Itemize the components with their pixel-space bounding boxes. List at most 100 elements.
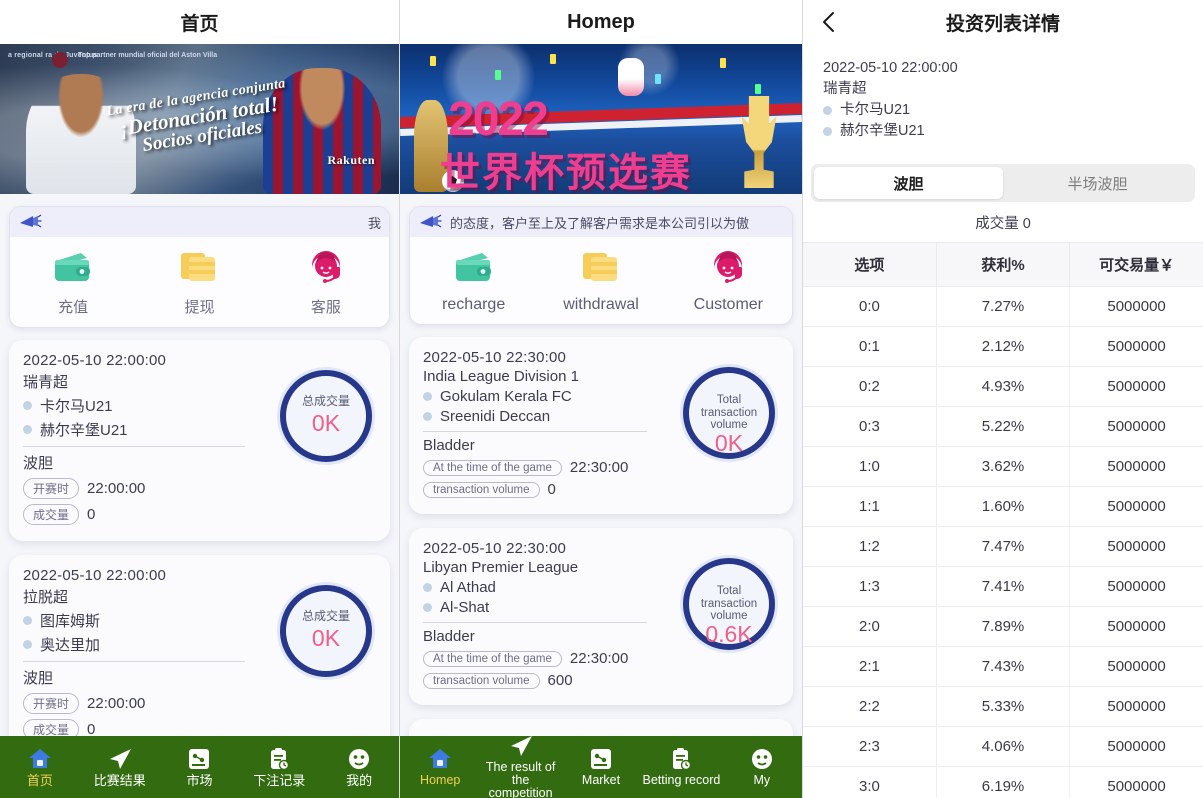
- cell-tradable: 5000000: [1069, 566, 1203, 608]
- paper-plane-icon: [510, 735, 532, 756]
- col-profit: 获利%: [936, 242, 1071, 288]
- tab-betting-record-en[interactable]: Betting record: [641, 747, 721, 787]
- notice-bar-cn[interactable]: 我: [10, 207, 389, 237]
- kickoff-value: 22:30:00: [569, 459, 629, 476]
- detail-team-home: 卡尔马U21: [823, 100, 1183, 121]
- promo-banner-worldcup[interactable]: 2022 世界杯预选赛: [400, 44, 802, 194]
- table-row[interactable]: 3:0 6.19% 5000000: [803, 766, 1203, 798]
- match-card-list-cn: 2022-05-10 22:00:00 瑞青超 卡尔马U21 赫尔辛堡U21 波…: [0, 328, 399, 798]
- tab-market-en[interactable]: Market: [561, 747, 641, 787]
- table-row[interactable]: 0:0 7.27% 5000000: [803, 286, 1203, 328]
- team-dot-icon: [23, 401, 32, 410]
- table-row[interactable]: 1:3 7.41% 5000000: [803, 566, 1203, 608]
- market-chart-icon: [189, 748, 210, 769]
- volume-value: 0: [87, 506, 96, 523]
- headset-support-icon: [304, 249, 348, 290]
- detail-date: 2022-05-10 22:00:00: [823, 60, 958, 76]
- cell-profit: 7.41%: [936, 566, 1071, 608]
- page-title-cn: 首页: [0, 0, 399, 44]
- tab-results-cn[interactable]: 比赛结果: [80, 747, 160, 788]
- cell-profit: 2.12%: [936, 326, 1071, 368]
- tab-home-en[interactable]: Homep: [400, 747, 480, 787]
- team-dot-icon: [23, 640, 32, 649]
- table-row[interactable]: 1:1 1.60% 5000000: [803, 486, 1203, 528]
- action-support-cn[interactable]: 客服: [263, 249, 389, 317]
- cell-profit: 7.27%: [936, 286, 1071, 328]
- cell-tradable: 5000000: [1069, 646, 1203, 688]
- match-card[interactable]: 2022-05-10 22:00:00 拉脱超 图库姆斯 奥达里加 波胆 开赛时…: [9, 555, 390, 756]
- volume-pill: transaction volume: [423, 481, 540, 498]
- tab-home-cn[interactable]: 首页: [0, 747, 80, 788]
- table-row[interactable]: 0:2 4.93% 5000000: [803, 366, 1203, 408]
- banner-subtitle: 世界杯预选赛: [440, 151, 692, 194]
- cell-tradable: 5000000: [1069, 406, 1203, 448]
- action-recharge-cn[interactable]: 充值: [10, 249, 136, 317]
- col-option: 选项: [803, 242, 937, 288]
- chevron-left-icon[interactable]: [817, 9, 843, 35]
- user-face-icon: [751, 748, 772, 769]
- team-dot-icon: [423, 412, 432, 421]
- tab-results-en[interactable]: The result of the competition: [480, 734, 560, 798]
- action-withdraw-en[interactable]: withdrawal: [537, 249, 664, 314]
- table-row[interactable]: 1:2 7.47% 5000000: [803, 526, 1203, 568]
- cell-profit: 7.47%: [936, 526, 1071, 568]
- table-row[interactable]: 2:3 4.06% 5000000: [803, 726, 1203, 768]
- notice-bar-en[interactable]: 的态度，客户至上及了解客户需求是本公司引以为傲: [410, 207, 792, 237]
- match-card-list-en: 2022-05-10 22:30:00 India League Divisio…: [400, 325, 802, 798]
- badge-caption: Total transaction volume: [700, 584, 758, 623]
- wallet-icon: [51, 249, 95, 290]
- kickoff-pill: 开赛时: [23, 478, 80, 499]
- segment-halftime-correct-score[interactable]: 半场波胆: [1003, 167, 1192, 199]
- table-row[interactable]: 1:0 3.62% 5000000: [803, 446, 1203, 488]
- cell-tradable: 5000000: [1069, 326, 1203, 368]
- match-date: 2022-05-10 22:30:00: [423, 540, 567, 557]
- panel-home-chinese: 首页 a regional ra de Juventus Top partner…: [0, 0, 400, 798]
- tab-label: Market: [581, 772, 621, 787]
- table-row[interactable]: 2:2 5.33% 5000000: [803, 686, 1203, 728]
- table-row[interactable]: 0:1 2.12% 5000000: [803, 326, 1203, 368]
- match-card[interactable]: 2022-05-10 22:00:00 瑞青超 卡尔马U21 赫尔辛堡U21 波…: [9, 340, 390, 541]
- kickoff-value: 22:30:00: [569, 650, 629, 667]
- table-row[interactable]: 2:0 7.89% 5000000: [803, 606, 1203, 648]
- action-recharge-en[interactable]: recharge: [410, 249, 537, 314]
- promo-banner-cn[interactable]: a regional ra de Juventus Top partner mu…: [0, 44, 399, 194]
- team-name: Al Athad: [440, 579, 496, 596]
- segment-correct-score[interactable]: 波胆: [814, 167, 1003, 200]
- action-support-en[interactable]: Customer: [665, 249, 792, 314]
- total-volume-badge: Total transaction volume 0K: [683, 367, 775, 459]
- cell-option: 1:3: [803, 566, 937, 608]
- match-date: 2022-05-10 22:30:00: [423, 349, 567, 366]
- action-withdraw-cn[interactable]: 提现: [136, 249, 262, 317]
- divider: [423, 622, 648, 623]
- match-date: 2022-05-10 22:00:00: [23, 567, 167, 584]
- bottom-nav-en: Homep The result of the competition Mark…: [400, 734, 802, 798]
- clipboard-clock-icon: [271, 747, 290, 770]
- total-volume-badge: 总成交量 0K: [280, 370, 372, 462]
- team-name: Al-Shat: [440, 599, 490, 616]
- volume-pill: transaction volume: [423, 672, 540, 689]
- cell-tradable: 5000000: [1069, 766, 1203, 798]
- tab-label: 我的: [346, 772, 373, 788]
- match-card[interactable]: 2022-05-10 22:30:00 Libyan Premier Leagu…: [409, 528, 793, 705]
- cell-tradable: 5000000: [1069, 486, 1203, 528]
- odds-table: 选项 获利% 可交易量￥ 0:0 7.27% 5000000 0:1 2.12% 5000…: [803, 242, 1203, 798]
- volume-pill: 成交量: [23, 504, 80, 525]
- volume-row: transaction volume 600: [423, 672, 779, 689]
- team-name: 卡尔马U21: [40, 398, 113, 415]
- cell-profit: 4.93%: [936, 366, 1071, 408]
- tab-my-en[interactable]: My: [722, 747, 802, 787]
- tab-my-cn[interactable]: 我的: [319, 747, 399, 788]
- tab-label: 比赛结果: [93, 772, 146, 788]
- volume-value: 600: [547, 672, 573, 689]
- match-card[interactable]: 2022-05-10 22:30:00 India League Divisio…: [409, 337, 793, 514]
- tab-label: My: [753, 772, 771, 787]
- team-dot-icon: [23, 425, 32, 434]
- quick-actions-card-cn: 我 充值 提现 客服: [9, 206, 390, 328]
- table-row[interactable]: 0:3 5.22% 5000000: [803, 406, 1203, 448]
- panel-investment-detail: 投资列表详情 2022-05-10 22:00:00 瑞青超 卡尔马U21 赫尔…: [803, 0, 1203, 798]
- table-row[interactable]: 2:1 7.43% 5000000: [803, 646, 1203, 688]
- badge-amount: 0K: [311, 625, 341, 652]
- tab-market-cn[interactable]: 市场: [160, 747, 240, 788]
- cell-tradable: 5000000: [1069, 606, 1203, 648]
- tab-betting-record-cn[interactable]: 下注记录: [239, 747, 319, 788]
